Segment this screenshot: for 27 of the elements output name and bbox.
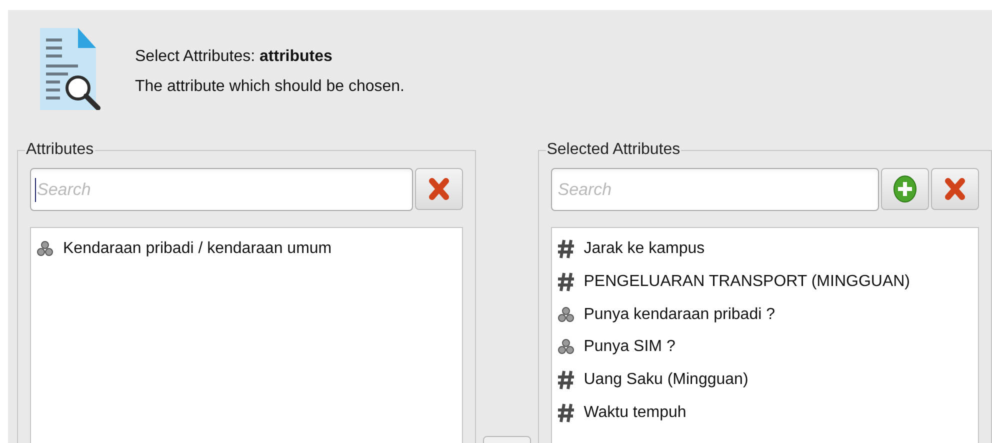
search-field[interactable]: Search: [550, 168, 879, 211]
document-search-icon: [38, 26, 102, 110]
close-icon: [944, 177, 966, 201]
attribute-item[interactable]: Kendaraan pribadi / kendaraan umum: [36, 233, 462, 266]
search-field[interactable]: Search: [30, 168, 413, 211]
attribute-item[interactable]: Uang Saku (Mingguan): [556, 364, 978, 396]
attribute-item[interactable]: Punya kendaraan pribadi ?: [556, 298, 978, 332]
nominal-icon: [556, 338, 575, 356]
nominal-icon: [36, 240, 54, 258]
numeric-icon: [556, 402, 575, 423]
add-button[interactable]: [881, 168, 929, 210]
group-title: Selected Attributes: [546, 141, 680, 158]
attribute-item[interactable]: Jarak ke kampus: [556, 233, 978, 266]
clear-button[interactable]: [415, 168, 463, 210]
attribute-item[interactable]: PENGELUARAN TRANSPORT (MINGGUAN): [556, 266, 978, 298]
dialog-description: The attribute which should be chosen.: [135, 77, 404, 97]
numeric-icon: [556, 370, 575, 390]
group-title: Attributes: [26, 141, 94, 158]
numeric-icon: [556, 272, 575, 292]
attribute-item[interactable]: Punya SIM ?: [556, 331, 978, 364]
close-icon: [428, 177, 450, 201]
attribute-item[interactable]: Waktu tempuh: [556, 396, 978, 430]
nominal-icon: [556, 306, 575, 324]
numeric-icon: [556, 239, 575, 260]
clear-button[interactable]: [931, 168, 979, 210]
dialog-title: Select Attributes: attributes: [135, 47, 334, 67]
plus-icon: [893, 175, 917, 203]
